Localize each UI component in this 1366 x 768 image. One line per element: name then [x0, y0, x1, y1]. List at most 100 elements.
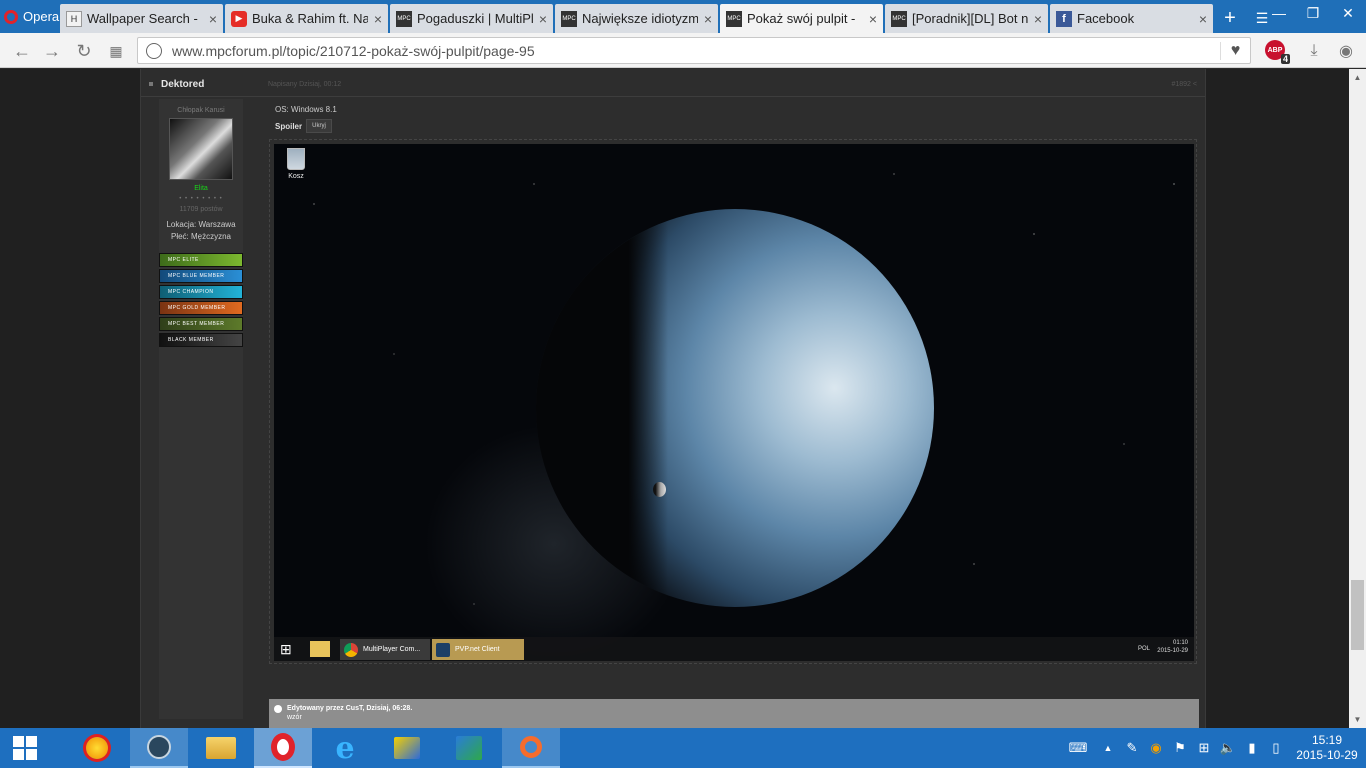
- tab-poradnik-bot[interactable]: MPC [Poradnik][DL] Bot n ×: [885, 4, 1048, 33]
- badge-black-member: BLACK MEMBER: [159, 333, 243, 347]
- adblock-count-badge: 4: [1280, 54, 1290, 64]
- post-date: Napisany Dzisiaj, 00:12: [268, 81, 342, 88]
- desktop-screenshot[interactable]: Kosz ⊞ MultiPlayer Com... PVP.net Client…: [274, 144, 1194, 661]
- page-viewport: Dektored Napisany Dzisiaj, 00:12 #1892 <…: [0, 69, 1366, 728]
- post-author[interactable]: Dektored: [161, 79, 204, 90]
- scroll-down-icon[interactable]: ▼: [1349, 711, 1366, 728]
- mpc-favicon-icon: MPC: [396, 10, 412, 27]
- opera-logo-icon: [4, 9, 18, 24]
- scrollbar[interactable]: ▲ ▼: [1349, 69, 1366, 728]
- moon: [653, 482, 666, 497]
- forum-post: Dektored Napisany Dzisiaj, 00:12 #1892 <…: [140, 69, 1206, 728]
- minimize-button[interactable]: —: [1262, 0, 1296, 26]
- taskbar-time: 15:19: [1311, 733, 1343, 747]
- badge-mpc-blue-member: MPC BLUE MEMBER: [159, 269, 243, 283]
- edit-note: Edytowany przez CusT, Dzisiaj, 06:28. wz…: [269, 699, 1199, 728]
- network-app-icon[interactable]: [378, 728, 436, 768]
- badge-mpc-elite: MPC ELITE: [159, 253, 243, 267]
- avatar[interactable]: [169, 118, 233, 180]
- user-gender: Płeć: Mężczyzna: [170, 232, 232, 241]
- system-tray: ⌨ ▲ ✎ ◉ ⚑ ⊞ 🔈 ▮ ▯ 15:19 2015-10-29: [1060, 728, 1366, 768]
- post-count: 11709 postów: [179, 206, 223, 213]
- tab-najwieksze-idiotyzmy[interactable]: MPC Największe idiotyzm ×: [555, 4, 718, 33]
- file-explorer-icon: [310, 641, 330, 657]
- keyboard-icon[interactable]: ⌨: [1060, 740, 1096, 756]
- edit-reason: wzór: [287, 714, 302, 721]
- site-info-icon[interactable]: [146, 42, 162, 59]
- screenshot-taskbar-app: MultiPlayer Com...: [340, 639, 430, 660]
- start-button[interactable]: [0, 728, 50, 768]
- tab-close-icon[interactable]: ×: [869, 11, 877, 27]
- adblock-plus-icon[interactable]: ABP 4: [1265, 40, 1290, 64]
- url-input[interactable]: [172, 42, 1220, 59]
- tab-close-icon[interactable]: ×: [539, 11, 547, 27]
- network-signal-icon[interactable]: ▮: [1240, 740, 1264, 756]
- sun-app-icon[interactable]: [68, 728, 126, 768]
- badge-mpc-gold-member: MPC GOLD MEMBER: [159, 301, 243, 315]
- pen-tray-icon[interactable]: ✎: [1120, 740, 1144, 756]
- steam-icon[interactable]: [130, 728, 188, 768]
- close-window-button[interactable]: ✕: [1330, 0, 1366, 26]
- user-location: Lokacja: Warszawa: [166, 220, 236, 229]
- rank-pips: • • • • • • • •: [179, 196, 223, 202]
- screenshot-taskbar-app: PVP.net Client: [432, 639, 524, 660]
- origin-tray-icon[interactable]: ◉: [1144, 740, 1168, 756]
- new-tab-button[interactable]: +: [1215, 4, 1245, 33]
- scroll-thumb[interactable]: [1351, 580, 1364, 650]
- origin-icon[interactable]: [502, 728, 560, 768]
- flag-icon[interactable]: ⚑: [1168, 740, 1192, 756]
- edit-note-text: Edytowany przez CusT, Dzisiaj, 06:28.: [287, 705, 413, 712]
- user-account-icon[interactable]: ◉: [1334, 39, 1358, 63]
- tab-close-icon[interactable]: ×: [209, 11, 217, 27]
- spoiler-hide-button[interactable]: Ukryj: [306, 119, 332, 133]
- back-arrow-icon[interactable]: ←: [10, 39, 34, 63]
- taskbar-date: 2015-10-29: [1296, 748, 1358, 762]
- opera-menu-button[interactable]: Opera: [0, 0, 60, 33]
- windows-taskbar: e ⌨ ▲ ✎ ◉ ⚑ ⊞ 🔈 ▮ ▯ 15:19 2015-10-29: [0, 728, 1366, 768]
- tab-close-icon[interactable]: ×: [374, 11, 382, 27]
- navigation-bar: ← → ↻ ▦ ♥ ABP 4 ⤓ ◉: [0, 33, 1366, 68]
- spoiler-box: Kosz ⊞ MultiPlayer Com... PVP.net Client…: [269, 139, 1197, 664]
- address-bar[interactable]: ♥: [137, 37, 1251, 64]
- youtube-favicon-icon: ▶: [231, 10, 247, 27]
- download-icon[interactable]: ⤓: [1302, 39, 1326, 63]
- post-number[interactable]: #1892 <: [1171, 81, 1197, 88]
- file-explorer-icon[interactable]: [192, 728, 250, 768]
- tab-buka-rahim[interactable]: ▶ Buka & Rahim ft. Na ×: [225, 4, 388, 33]
- internet-explorer-icon[interactable]: e: [316, 728, 374, 768]
- bookmark-heart-icon[interactable]: ♥: [1220, 41, 1250, 60]
- recycle-bin-icon: Kosz: [280, 148, 312, 180]
- volume-icon[interactable]: 🔈: [1216, 740, 1240, 756]
- tab-pokaz-swoj-pulpit[interactable]: MPC Pokaż swój pulpit - ×: [720, 4, 883, 33]
- facebook-favicon-icon: f: [1056, 10, 1072, 27]
- forward-arrow-icon[interactable]: →: [40, 39, 64, 63]
- chrome-icon: [344, 642, 358, 657]
- reload-icon[interactable]: ↻: [72, 39, 96, 63]
- tab-facebook[interactable]: f Facebook ×: [1050, 4, 1213, 33]
- screenshot-clock: 01:10 2015-10-29: [1157, 640, 1188, 654]
- opera-taskbar-icon[interactable]: [254, 728, 312, 768]
- mpc-favicon-icon: MPC: [726, 10, 742, 27]
- badge-mpc-champion: MPC CHAMPION: [159, 285, 243, 299]
- windows-tray-icon[interactable]: ⊞: [1192, 740, 1216, 756]
- battery-icon[interactable]: ▯: [1264, 740, 1288, 756]
- speed-dial-grid-icon[interactable]: ▦: [104, 39, 128, 63]
- tab-pogaduszki[interactable]: MPC Pogaduszki | MultiPl ×: [390, 4, 553, 33]
- post-content: OS: Windows 8.1 Spoiler Ukryj: [275, 105, 1199, 133]
- tab-close-icon[interactable]: ×: [1199, 11, 1207, 27]
- user-sidebar: Chłopak Karusi Elita • • • • • • • • 117…: [159, 99, 243, 719]
- recycle-bin-label: Kosz: [288, 173, 304, 180]
- opera-menu-label: Opera: [23, 9, 60, 24]
- tab-wallpaper-search[interactable]: H Wallpaper Search - ×: [60, 4, 223, 33]
- user-info: Lokacja: Warszawa Płeć: Mężczyzna: [159, 219, 243, 243]
- show-hidden-icons-icon[interactable]: ▲: [1096, 743, 1120, 753]
- transfer-app-icon[interactable]: [440, 728, 498, 768]
- post-header: Dektored Napisany Dzisiaj, 00:12 #1892 <: [141, 69, 1205, 97]
- screenshot-lang: POL: [1137, 646, 1150, 652]
- tab-close-icon[interactable]: ×: [704, 11, 712, 27]
- spoiler-label: Spoiler: [275, 121, 303, 131]
- scroll-up-icon[interactable]: ▲: [1349, 69, 1366, 86]
- tab-close-icon[interactable]: ×: [1034, 11, 1042, 27]
- taskbar-clock[interactable]: 15:19 2015-10-29: [1288, 733, 1366, 763]
- maximize-button[interactable]: ❐: [1296, 0, 1330, 26]
